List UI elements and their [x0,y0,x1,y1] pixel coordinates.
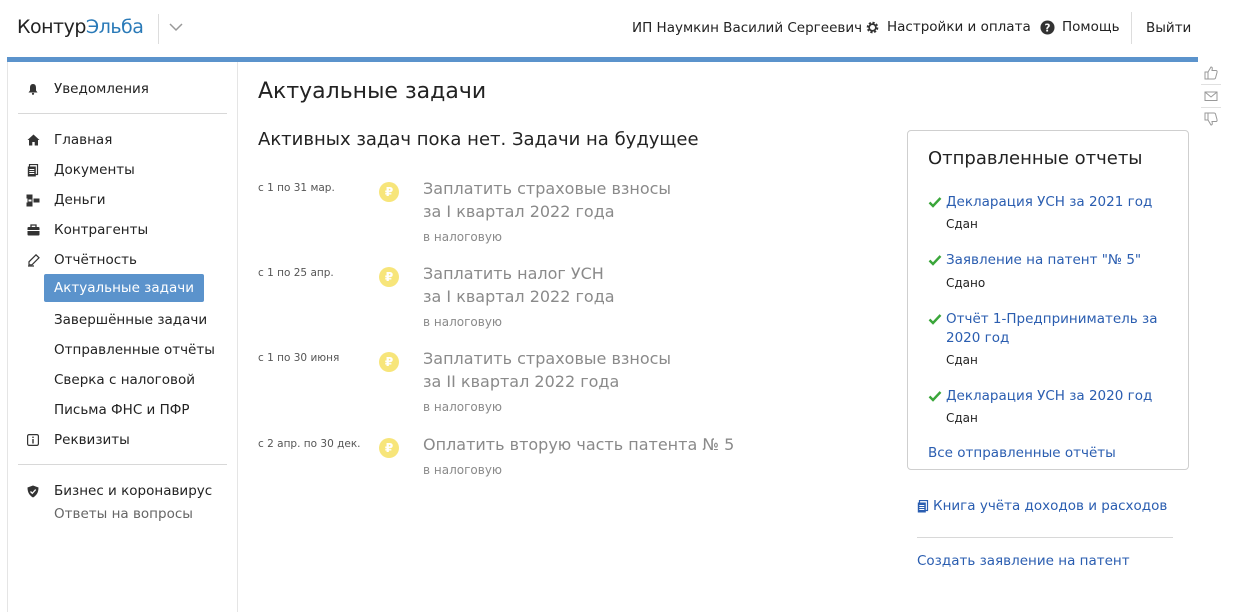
logout-link[interactable]: Выйти [1146,20,1191,36]
logo[interactable]: КонтурЭльба [17,16,144,38]
sidebar-divider [18,464,227,465]
book-link-label: Книга учёта доходов и расходов [933,498,1168,514]
income-expense-book-link[interactable]: Книга учёта доходов и расходов [917,498,1167,514]
header-divider [1131,12,1132,44]
report-link[interactable]: Отчёт 1-Предприниматель за 2020 год [946,310,1178,348]
check-icon [928,314,942,325]
task-title: Заплатить страховые взносы [423,349,672,368]
help-icon: ? [1040,19,1055,35]
sidebar-item-label: Отчётность [54,252,137,268]
money-icon [26,193,40,207]
settings-link[interactable]: Настройки и оплата [865,19,1031,35]
sidebar-item-business-covid[interactable]: Бизнес и коронавирус [26,483,212,499]
feedback-divider [1201,84,1221,85]
gear-icon [866,21,879,33]
ruble-coin-icon: ₽ [379,438,399,458]
feedback-panel [1199,62,1223,132]
sidebar-item-home[interactable]: Главная [26,132,112,148]
mail-icon[interactable] [1204,89,1218,103]
report-link[interactable]: Декларация УСН за 2021 год [946,193,1178,212]
create-patent-application-link[interactable]: Создать заявление на патент [917,553,1130,569]
ruble-coin-icon: ₽ [379,182,399,202]
sidebar-item-contractors[interactable]: Контрагенты [26,222,148,238]
task-title: Заплатить страховые взносы [423,179,672,198]
sidebar-subitem-actual-tasks[interactable]: Актуальные задачи [44,274,204,302]
task-title: Заплатить налог УСН [423,264,604,283]
ruble-coin-icon: ₽ [379,352,399,372]
sidebar-item-label: Реквизиты [54,432,130,448]
task-destination: в налоговую [423,230,503,244]
report-link[interactable]: Заявление на патент "№ 5" [946,251,1178,270]
sidebar: Уведомления Главная Документы Деньги Кон… [7,62,238,612]
sent-reports-panel: Отправленные отчеты Декларация УСН за 20… [907,130,1189,470]
task-date: с 1 по 30 июня [258,352,340,364]
top-header: КонтурЭльба ИП Наумкин Василий Сергеевич… [0,0,1244,57]
sidebar-subitem-fns-letters[interactable]: Письма ФНС и ПФР [54,402,190,418]
logo-text-kontur: Контур [17,16,86,38]
sidebar-subitem-tax-reconciliation[interactable]: Сверка с налоговой [54,372,195,388]
task-title: Оплатить вторую часть патента № 5 [423,435,735,454]
sidebar-item-notifications[interactable]: Уведомления [26,81,149,97]
help-label: Помощь [1062,19,1120,35]
help-link[interactable]: ? Помощь [1040,19,1120,35]
check-icon [928,391,942,402]
sidebar-item-money[interactable]: Деньги [26,192,106,208]
sidebar-item-label: Деньги [54,192,106,208]
user-name[interactable]: ИП Наумкин Василий Сергеевич [632,20,862,36]
report-status: Сдан [946,411,978,425]
main-content: Актуальные задачи Активных задач пока не… [238,62,1198,612]
home-icon [26,133,40,147]
sidebar-item-label: Бизнес и коронавирус [54,483,213,499]
svg-text:?: ? [1045,22,1051,34]
report-status: Сдано [946,276,986,290]
briefcase-icon [26,223,40,237]
sidebar-subitem-sent-reports[interactable]: Отправленные отчёты [54,342,215,358]
info-icon [26,433,40,447]
task-destination: в налоговую [423,315,503,329]
sidebar-item-documents[interactable]: Документы [26,162,135,178]
ruble-coin-icon: ₽ [379,267,399,287]
sidebar-item-requisites[interactable]: Реквизиты [26,432,130,448]
check-icon [928,255,942,266]
faq-link[interactable]: Ответы на вопросы [54,506,193,522]
sidebar-subitem-completed-tasks[interactable]: Завершённые задачи [54,312,207,328]
logo-divider [158,14,159,44]
report-status: Сдан [946,353,978,367]
documents-icon [26,163,40,177]
report-status: Сдан [946,217,978,231]
settings-label: Настройки и оплата [887,19,1031,35]
sidebar-item-label: Документы [54,162,135,178]
task-date: с 1 по 25 апр. [258,267,334,279]
thumbs-down-icon[interactable] [1204,112,1218,126]
task-title-line2: за I квартал 2022 года [423,202,615,221]
sidebar-item-label: Контрагенты [54,222,149,238]
sidebar-item-label: Уведомления [54,81,149,97]
logo-text-elba: Эльба [85,16,144,38]
chevron-down-icon[interactable] [168,19,184,35]
task-date: с 1 по 31 мар. [258,182,335,194]
sidebar-divider [18,113,227,114]
feedback-divider [1201,107,1221,108]
task-destination: в налоговую [423,400,503,414]
section-title: Активных задач пока нет. Задачи на будущ… [258,129,699,150]
right-divider [917,537,1173,538]
task-destination: в налоговую [423,463,503,477]
reports-icon [26,253,40,267]
task-date: с 2 апр. по 30 дек. [258,438,361,450]
document-icon [917,499,929,512]
sidebar-item-reporting[interactable]: Отчётность [26,252,137,268]
task-title-line2: за I квартал 2022 года [423,287,615,306]
sent-reports-title: Отправленные отчеты [928,148,1143,169]
all-sent-reports-link[interactable]: Все отправленные отчёты [928,445,1116,461]
sidebar-item-label: Главная [54,132,113,148]
page-title: Актуальные задачи [258,79,487,104]
bell-icon [26,82,40,96]
thumbs-up-icon[interactable] [1204,66,1218,80]
shield-icon [26,484,40,498]
check-icon [928,197,942,208]
task-title-line2: за II квартал 2022 года [423,372,620,391]
report-link[interactable]: Декларация УСН за 2020 год [946,387,1178,406]
